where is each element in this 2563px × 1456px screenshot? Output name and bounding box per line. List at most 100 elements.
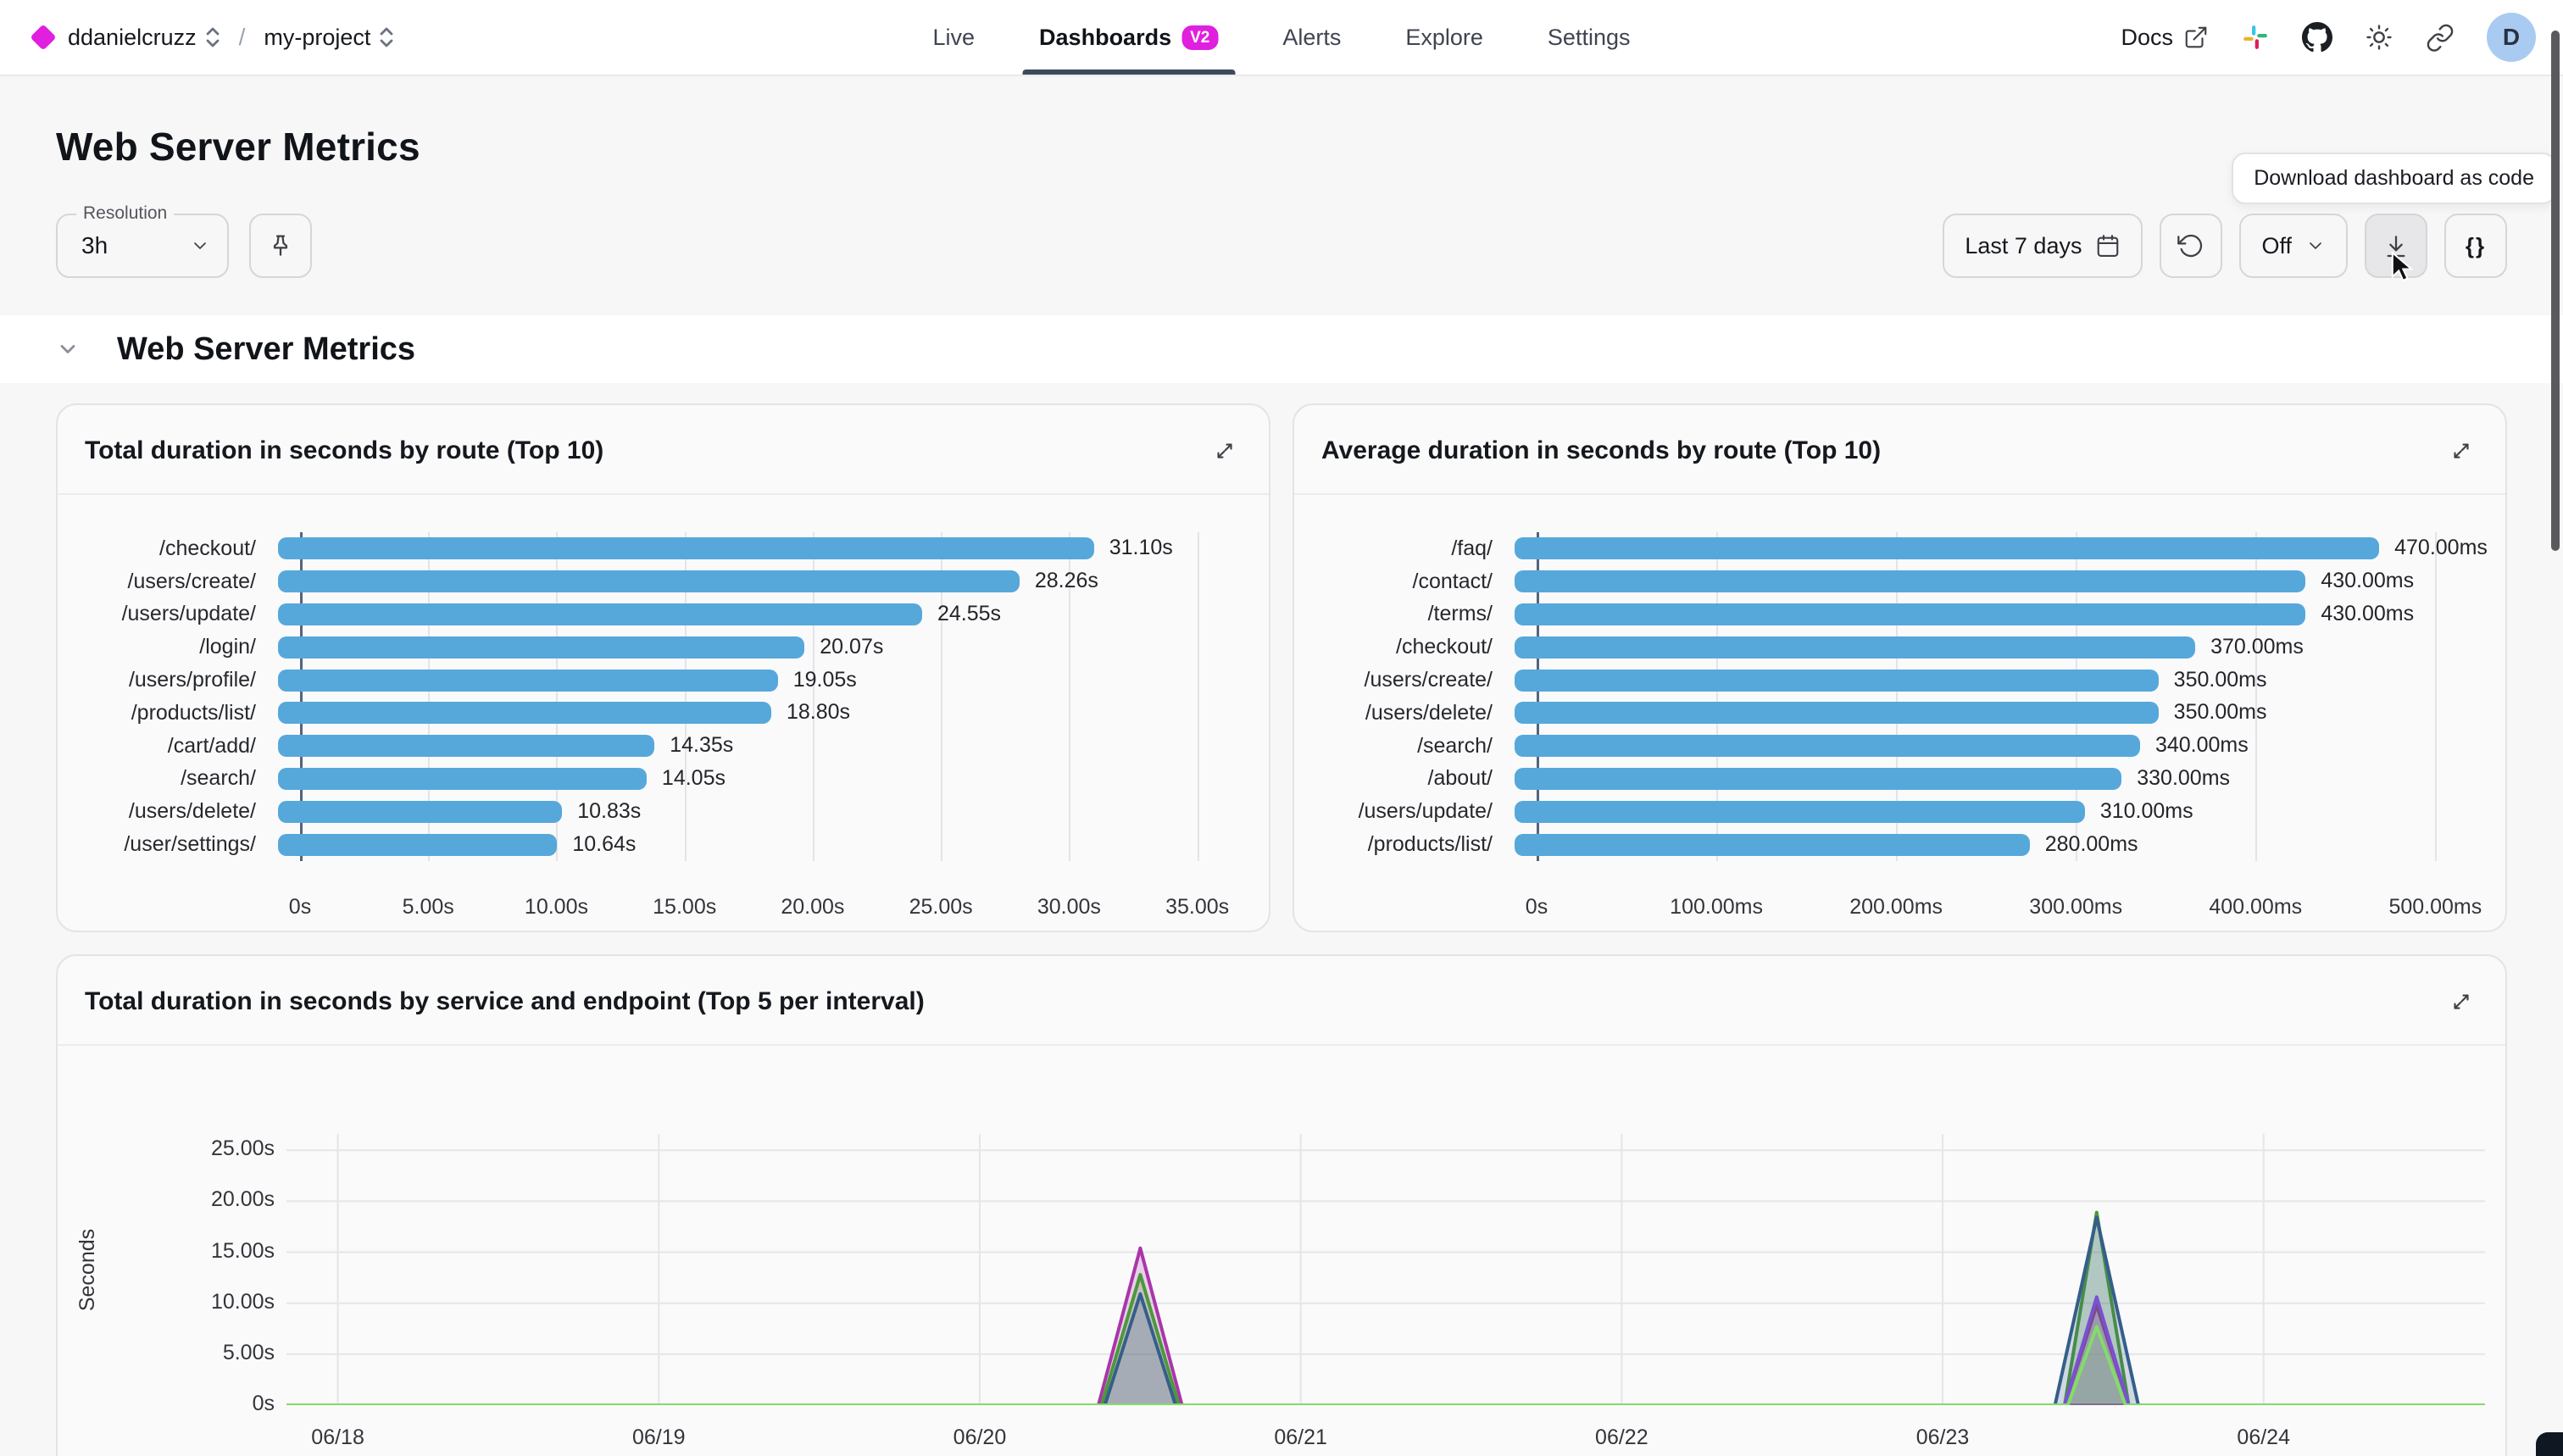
tab-label: Explore [1405,25,1483,51]
time-range-button[interactable]: Last 7 days [1943,214,2143,278]
org-name: ddanielcruzz [68,25,197,51]
auto-refresh-select[interactable]: Off [2239,214,2348,278]
x-axis-ticks: 06/1806/1906/2006/2106/2206/2306/24 [286,1425,2485,1453]
bars-layer: /faq/470.00ms/contact/430.00ms/terms/430… [1294,532,2505,861]
bar-track: 340.00ms [1515,735,2475,757]
x-tick-label: 30.00s [1037,895,1101,920]
calendar-icon [2095,233,2121,258]
tooltip: Download dashboard as code [2232,153,2556,204]
category-label: /checkout/ [1294,635,1515,659]
category-label: /users/delete/ [58,799,278,824]
resolution-select[interactable]: Resolution 3h [56,214,229,278]
value-label: 18.80s [787,700,850,725]
bar [1515,735,2140,757]
expand-panel-button[interactable] [2438,427,2485,475]
bar-row: /cart/add/14.35s [58,730,1269,763]
expand-panel-button[interactable] [1201,427,1248,475]
github-button[interactable] [2302,22,2332,53]
value-label: 20.07s [820,635,883,659]
bar-row: /users/create/28.26s [58,565,1269,598]
x-tick-label: 06/23 [1916,1425,1970,1450]
avatar[interactable]: D [2487,13,2536,62]
collapse-section-button[interactable] [56,337,80,361]
value-label: 350.00ms [2174,668,2267,692]
y-tick-label: 25.00s [211,1136,275,1161]
docs-label: Docs [2121,25,2173,51]
bar-track: 430.00ms [1515,570,2475,592]
expand-icon [1212,438,1237,464]
share-link-button[interactable] [2426,23,2455,52]
brand-logo-icon [30,24,56,50]
slack-button[interactable] [2241,23,2270,52]
bar-row: /login/20.07s [58,631,1269,664]
y-tick-label: 0s [253,1392,275,1416]
braces-label: {} [2466,233,2486,259]
series-line [286,1218,2485,1405]
bar [278,670,778,692]
value-label: 14.05s [662,766,726,791]
expand-panel-button[interactable] [2438,978,2485,1025]
panel-duration-by-service-endpoint: Total duration in seconds by service and… [56,954,2507,1456]
tab-explore[interactable]: Explore [1402,0,1487,75]
bar-row: /faq/470.00ms [1294,532,2505,565]
x-tick-label: 100.00ms [1670,895,1763,920]
panel-header: Average duration in seconds by route (To… [1294,405,2505,495]
panel-title: Total duration in seconds by service and… [85,987,925,1016]
x-tick-label: 15.00s [653,895,716,920]
panel-average-duration-by-route: Average duration in seconds by route (To… [1293,403,2507,932]
x-axis: 0s100.00ms200.00ms300.00ms400.00ms500.00… [1537,895,2475,922]
org-switcher[interactable]: ddanielcruzz [68,25,220,51]
scrollbar-thumb[interactable] [2551,31,2560,551]
x-tick-label: 0s [289,895,311,920]
project-switcher[interactable]: my-project [264,25,394,51]
expand-icon [2449,438,2474,464]
category-label: /about/ [1294,766,1515,791]
toolbar-right: Last 7 days Off {} [1943,214,2507,278]
series-line [286,1248,2485,1405]
category-label: /users/create/ [1294,668,1515,692]
value-label: 28.26s [1035,569,1098,593]
dashboard-as-code-button[interactable]: {} [2444,214,2507,278]
bar-chart: /faq/470.00ms/contact/430.00ms/terms/430… [1294,532,2505,861]
tab-live[interactable]: Live [930,0,979,75]
tab-settings[interactable]: Settings [1544,0,1634,75]
tab-alerts[interactable]: Alerts [1279,0,1344,75]
bar-row: /products/list/18.80s [58,697,1269,730]
floating-widget-corner[interactable] [2536,1432,2563,1456]
x-tick-label: 06/22 [1595,1425,1648,1450]
bars-layer: /checkout/31.10s/users/create/28.26s/use… [58,532,1269,861]
external-link-icon [2183,25,2209,50]
value-label: 280.00ms [2045,832,2138,857]
value-label: 470.00ms [2394,536,2488,560]
x-tick-label: 20.00s [781,895,844,920]
panel-total-duration-by-route: Total duration in seconds by route (Top … [56,403,1270,932]
docs-link[interactable]: Docs [2121,25,2209,51]
value-label: 350.00ms [2174,700,2267,725]
bar-track: 14.05s [278,768,1238,790]
category-label: /contact/ [1294,570,1515,594]
y-tick-label: 10.00s [211,1290,275,1314]
series-area [286,1213,2485,1405]
resolution-value: 3h [81,232,190,259]
bar-track: 430.00ms [1515,603,2475,625]
x-tick-label: 06/18 [311,1425,364,1450]
series-line [286,1213,2485,1405]
download-dashboard-button[interactable] [2365,214,2427,278]
tab-label: Live [933,25,976,51]
panel-header: Total duration in seconds by route (Top … [58,405,1269,495]
chevron-updown-icon [205,25,220,49]
bar [278,834,557,856]
series-area [286,1248,2485,1405]
bar-chart: /checkout/31.10s/users/create/28.26s/use… [58,532,1269,861]
bar [1515,570,2305,592]
series-line [286,1326,2485,1405]
pin-resolution-button[interactable] [249,214,312,278]
bar [278,702,771,724]
value-label: 31.10s [1109,536,1173,560]
theme-toggle-button[interactable] [2365,23,2393,52]
section-header: Web Server Metrics [0,315,2563,383]
tab-dashboards[interactable]: DashboardsV2 [1036,0,1221,75]
github-icon [2302,22,2332,53]
refresh-button[interactable] [2160,214,2222,278]
chevron-down-icon [56,337,80,361]
